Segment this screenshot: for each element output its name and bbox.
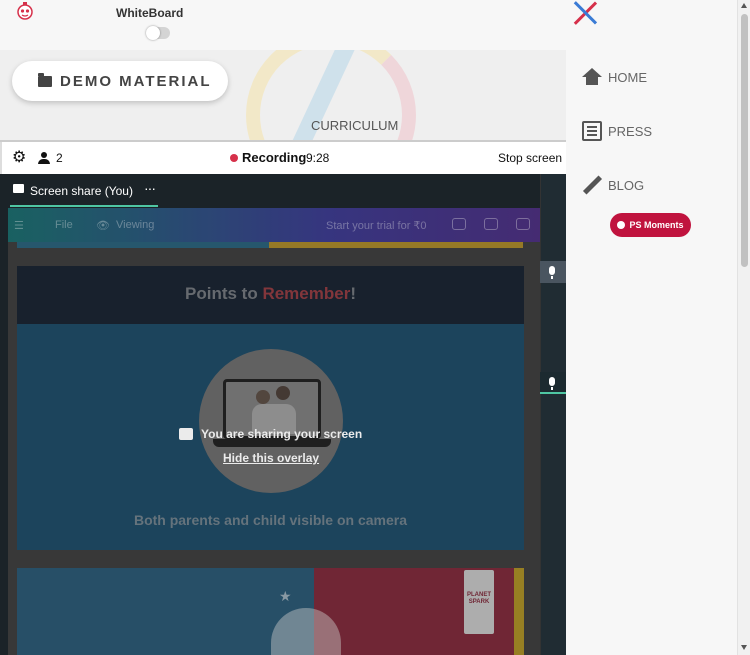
sidebar-item-label: BLOG <box>608 177 645 193</box>
recording-time: 9:28 <box>306 151 330 165</box>
scroll-up-icon[interactable] <box>741 3 747 8</box>
recording-dot-icon <box>230 154 238 162</box>
screen-share-icon <box>13 184 24 193</box>
whiteboard-label: WhiteBoard <box>116 6 184 20</box>
scroll-thumb[interactable] <box>741 14 748 267</box>
sidebar-item-press[interactable]: PRESS <box>582 121 652 141</box>
overlay-dim <box>8 208 540 655</box>
planet-spark-logo-icon[interactable] <box>14 0 36 22</box>
more-options-icon[interactable]: ··· <box>144 180 156 196</box>
recording-label: Recording <box>242 150 307 165</box>
participant-count: 2 <box>56 151 63 165</box>
top-bar: WhiteBoard <box>0 0 566 50</box>
ps-moments-icon <box>617 221 626 229</box>
folder-icon <box>38 72 52 87</box>
sidebar: HOME PRESS BLOG PS Moments <box>566 0 750 655</box>
demo-material-label: DEMO MATERIAL <box>60 72 212 90</box>
gear-icon[interactable]: ⚙ <box>12 150 26 166</box>
shared-screen: ☰ File 👁 Viewing Start your trial for ₹0… <box>8 208 540 655</box>
participant-tile-1[interactable] <box>540 261 566 283</box>
participants-icon[interactable] <box>38 152 50 164</box>
tab-label: Screen share (You) <box>30 184 133 198</box>
lesson-background: DEMO MATERIAL CURRICULUM <box>0 50 566 140</box>
call-header: ⚙ 2 Recording 9:28 Stop screen <box>0 142 566 174</box>
home-icon <box>582 68 602 86</box>
newspaper-icon <box>582 121 602 141</box>
toggle-knob <box>146 26 160 40</box>
participant-strip <box>540 174 566 655</box>
tab-screen-share[interactable]: Screen share (You) ··· <box>10 174 158 207</box>
sidebar-item-blog[interactable]: BLOG <box>582 176 644 194</box>
whiteboard-toggle[interactable] <box>146 26 170 40</box>
demo-material-button[interactable]: DEMO MATERIAL <box>12 61 228 101</box>
sidebar-item-label: HOME <box>608 69 647 85</box>
curriculum-tab[interactable]: CURRICULUM <box>311 118 398 133</box>
ps-moments-label: PS Moments <box>629 220 684 230</box>
close-icon[interactable] <box>572 0 598 26</box>
pencil-icon <box>582 176 602 194</box>
video-call-panel: ⚙ 2 Recording 9:28 Stop screen Screen sh… <box>0 140 566 655</box>
sidebar-scrollbar[interactable] <box>737 0 750 655</box>
ps-moments-button[interactable]: PS Moments <box>610 213 691 237</box>
microphone-icon <box>549 266 555 279</box>
microphone-icon <box>549 377 555 390</box>
call-tab-bar: Screen share (You) ··· <box>0 174 540 208</box>
scroll-down-icon[interactable] <box>741 645 747 650</box>
sidebar-item-label: PRESS <box>608 123 653 139</box>
sidebar-item-home[interactable]: HOME <box>582 68 647 86</box>
participant-tile-2[interactable] <box>540 372 566 394</box>
stop-screen-button[interactable]: Stop screen <box>498 151 562 165</box>
